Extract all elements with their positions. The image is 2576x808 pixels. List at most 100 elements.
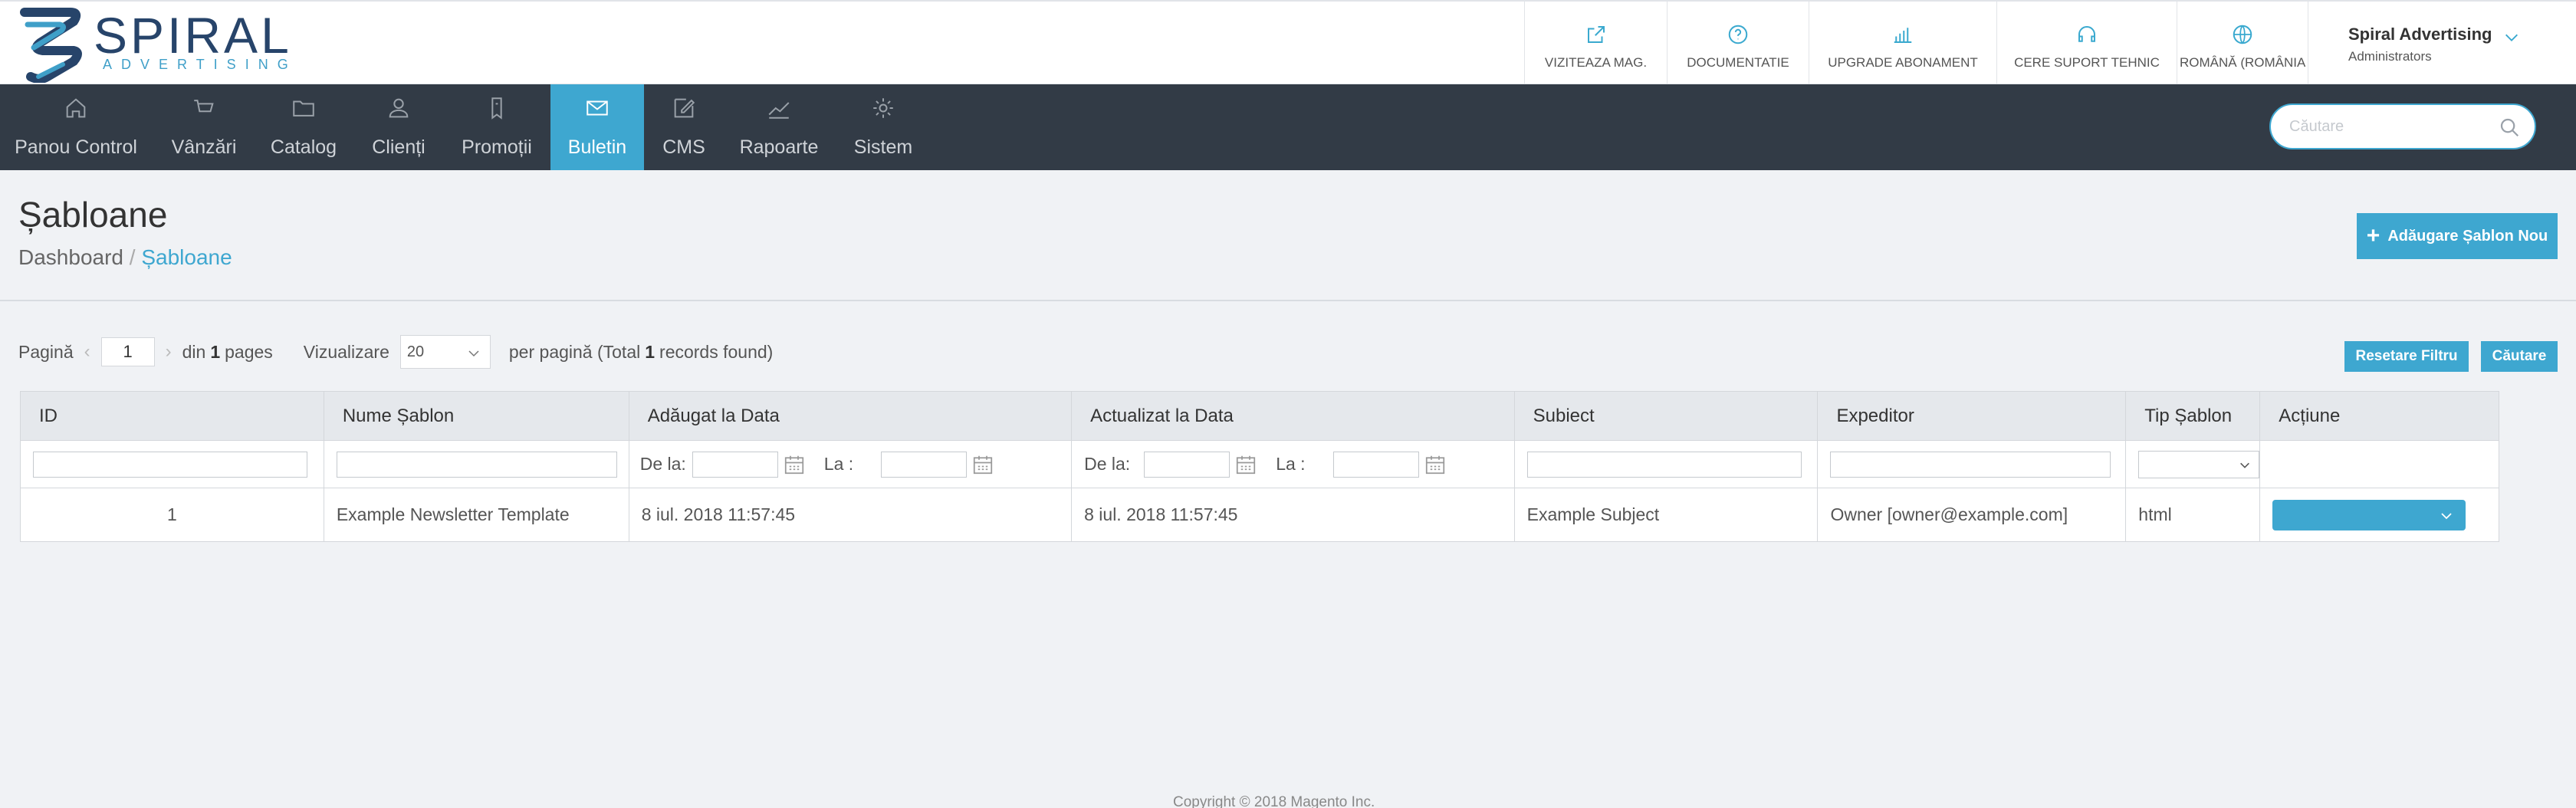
records-label: records found) [659, 341, 774, 362]
cell-subject: Example Subject [1513, 488, 1819, 542]
row-action-dropdown[interactable] [2272, 499, 2466, 530]
column-header-subject[interactable]: Subiect [1513, 391, 1819, 441]
global-search [2269, 103, 2536, 149]
chevron-down-icon [2240, 462, 2250, 468]
cell-updated: 8 iul. 2018 11:57:45 [1071, 488, 1515, 542]
nav-item-cms[interactable]: CMS [650, 84, 718, 170]
calendar-icon[interactable] [783, 453, 806, 476]
language-label: ROMÂNĂ (ROMÂNIA) [2180, 55, 2305, 70]
pages-label: pages [225, 341, 273, 362]
reset-filter-button[interactable]: Resetare Filtru [2344, 341, 2469, 372]
nav-item-promotions[interactable]: Promoții [454, 84, 540, 170]
column-header-id[interactable]: ID [20, 391, 324, 441]
column-header-name[interactable]: Nume Șablon [323, 391, 629, 441]
filter-row: De la: La : De la: La : [20, 440, 2499, 488]
column-header-sender[interactable]: Expeditor [1817, 391, 2127, 441]
add-template-button[interactable]: + Adăugare Șablon Nou [2357, 213, 2558, 259]
filter-updated-to-input[interactable] [1332, 451, 1419, 478]
nav-item-reports[interactable]: Rapoarte [736, 84, 822, 170]
column-header-action: Acțiune [2259, 391, 2499, 441]
filter-action-cell [2259, 440, 2499, 488]
breadcrumb-dashboard[interactable]: Dashboard [18, 245, 123, 269]
cell-sender: Owner [owner@example.com] [1817, 488, 2127, 542]
logo-tagline: ADVERTISING [103, 57, 297, 72]
page-label: Pagină [18, 341, 74, 362]
nav-item-dashboard[interactable]: Panou Control [0, 84, 152, 170]
filter-id-input[interactable] [33, 451, 307, 478]
search-icon[interactable] [2498, 116, 2521, 139]
filter-name-input[interactable] [336, 451, 617, 478]
table-row[interactable]: 1 Example Newsletter Template 8 iul. 201… [20, 488, 2499, 542]
upgrade-link[interactable]: UPGRADE ABONAMENT [1809, 2, 1996, 84]
visit-store-label: VIZITEAZA MAG. [1544, 55, 1648, 70]
visit-store-link[interactable]: VIZITEAZA MAG. [1524, 2, 1667, 84]
filter-sender-input[interactable] [1830, 451, 2111, 478]
templates-grid: ID Nume Șablon Adăugat la Data Actualiza… [20, 391, 2499, 542]
envelope-icon [586, 100, 608, 116]
support-label: CERE SUPORT TEHNIC [2014, 55, 2160, 70]
nav-label: Buletin [567, 136, 627, 158]
page-number-input[interactable] [100, 337, 155, 366]
copyright: Copyright © 2018 Magento Inc. [1173, 794, 1375, 808]
chevron-down-icon [468, 350, 479, 357]
folder-icon [293, 100, 314, 117]
date-from-label: De la: [639, 454, 686, 474]
language-link[interactable]: ROMÂNĂ (ROMÂNIA) [2177, 2, 2308, 84]
cart-icon [194, 100, 214, 117]
chevron-down-icon [2441, 512, 2452, 519]
filter-added-to-input[interactable] [881, 451, 968, 478]
cell-id: 1 [20, 488, 324, 542]
date-to-label: La : [1276, 454, 1306, 474]
total-pages: 1 [210, 341, 221, 362]
support-link[interactable]: CERE SUPORT TEHNIC [1996, 2, 2177, 84]
cell-added: 8 iul. 2018 11:57:45 [628, 488, 1073, 542]
breadcrumb-separator: / [129, 245, 142, 269]
user-role: Administrators [2348, 49, 2432, 64]
gear-icon [873, 98, 893, 118]
question-circle-icon [1728, 25, 1748, 44]
calendar-icon[interactable] [1234, 453, 1257, 476]
search-button[interactable]: Căutare [2481, 341, 2558, 372]
plus-icon: + [2366, 223, 2380, 248]
prev-page-icon[interactable]: ‹ [84, 341, 90, 363]
add-template-label: Adăugare Șablon Nou [2387, 227, 2548, 245]
nav-label: Vânzări [171, 136, 237, 158]
nav-item-sales[interactable]: Vânzări [161, 84, 247, 170]
user-icon [389, 98, 409, 118]
top-header: SPIRAL ADVERTISING VIZITEAZA MAG. DOCUME… [0, 0, 2576, 84]
filter-type-select[interactable] [2138, 450, 2260, 478]
calendar-icon[interactable] [971, 453, 994, 476]
headset-icon [2078, 26, 2095, 42]
global-search-input[interactable] [2289, 111, 2496, 142]
per-page-label: per pagină (Total [508, 341, 641, 362]
header-row: ID Nume Șablon Adăugat la Data Actualiza… [20, 391, 2499, 441]
bar-chart-icon [1894, 28, 1912, 43]
per-page-select[interactable]: 20 [399, 335, 491, 369]
filter-updated-from-input[interactable] [1144, 451, 1230, 478]
next-page-icon[interactable]: › [166, 341, 172, 363]
filter-subject-input[interactable] [1526, 451, 1802, 478]
column-header-type[interactable]: Tip Șablon [2125, 391, 2261, 441]
filter-added-from-input[interactable] [692, 451, 778, 478]
logo[interactable]: SPIRAL ADVERTISING [17, 6, 324, 83]
page-title: Șabloane [18, 195, 168, 235]
documentation-link[interactable]: DOCUMENTATIE [1667, 2, 1809, 84]
nav-item-newsletter[interactable]: Buletin [550, 84, 644, 170]
user-menu[interactable]: Spiral Advertising Administrators [2308, 2, 2576, 84]
cell-type: html [2125, 488, 2261, 542]
calendar-icon[interactable] [1424, 453, 1447, 476]
divider [0, 300, 2576, 301]
date-to-label: La : [823, 454, 854, 474]
nav-label: Sistem [853, 136, 913, 158]
column-header-updated[interactable]: Actualizat la Data [1071, 391, 1515, 441]
nav-item-system[interactable]: Sistem [848, 84, 918, 170]
nav-item-catalog[interactable]: Catalog [263, 84, 344, 170]
user-name: Spiral Advertising [2348, 25, 2492, 44]
nav-item-customers[interactable]: Clienți [360, 84, 437, 170]
pager: Pagină ‹ › din 1 pages Vizualizare 20 pe… [18, 335, 773, 369]
cell-name: Example Newsletter Template [323, 488, 629, 542]
upgrade-label: UPGRADE ABONAMENT [1828, 55, 1978, 70]
column-header-added[interactable]: Adăugat la Data [628, 391, 1073, 441]
of-label: din [182, 341, 206, 362]
nav-label: Rapoarte [739, 136, 819, 158]
